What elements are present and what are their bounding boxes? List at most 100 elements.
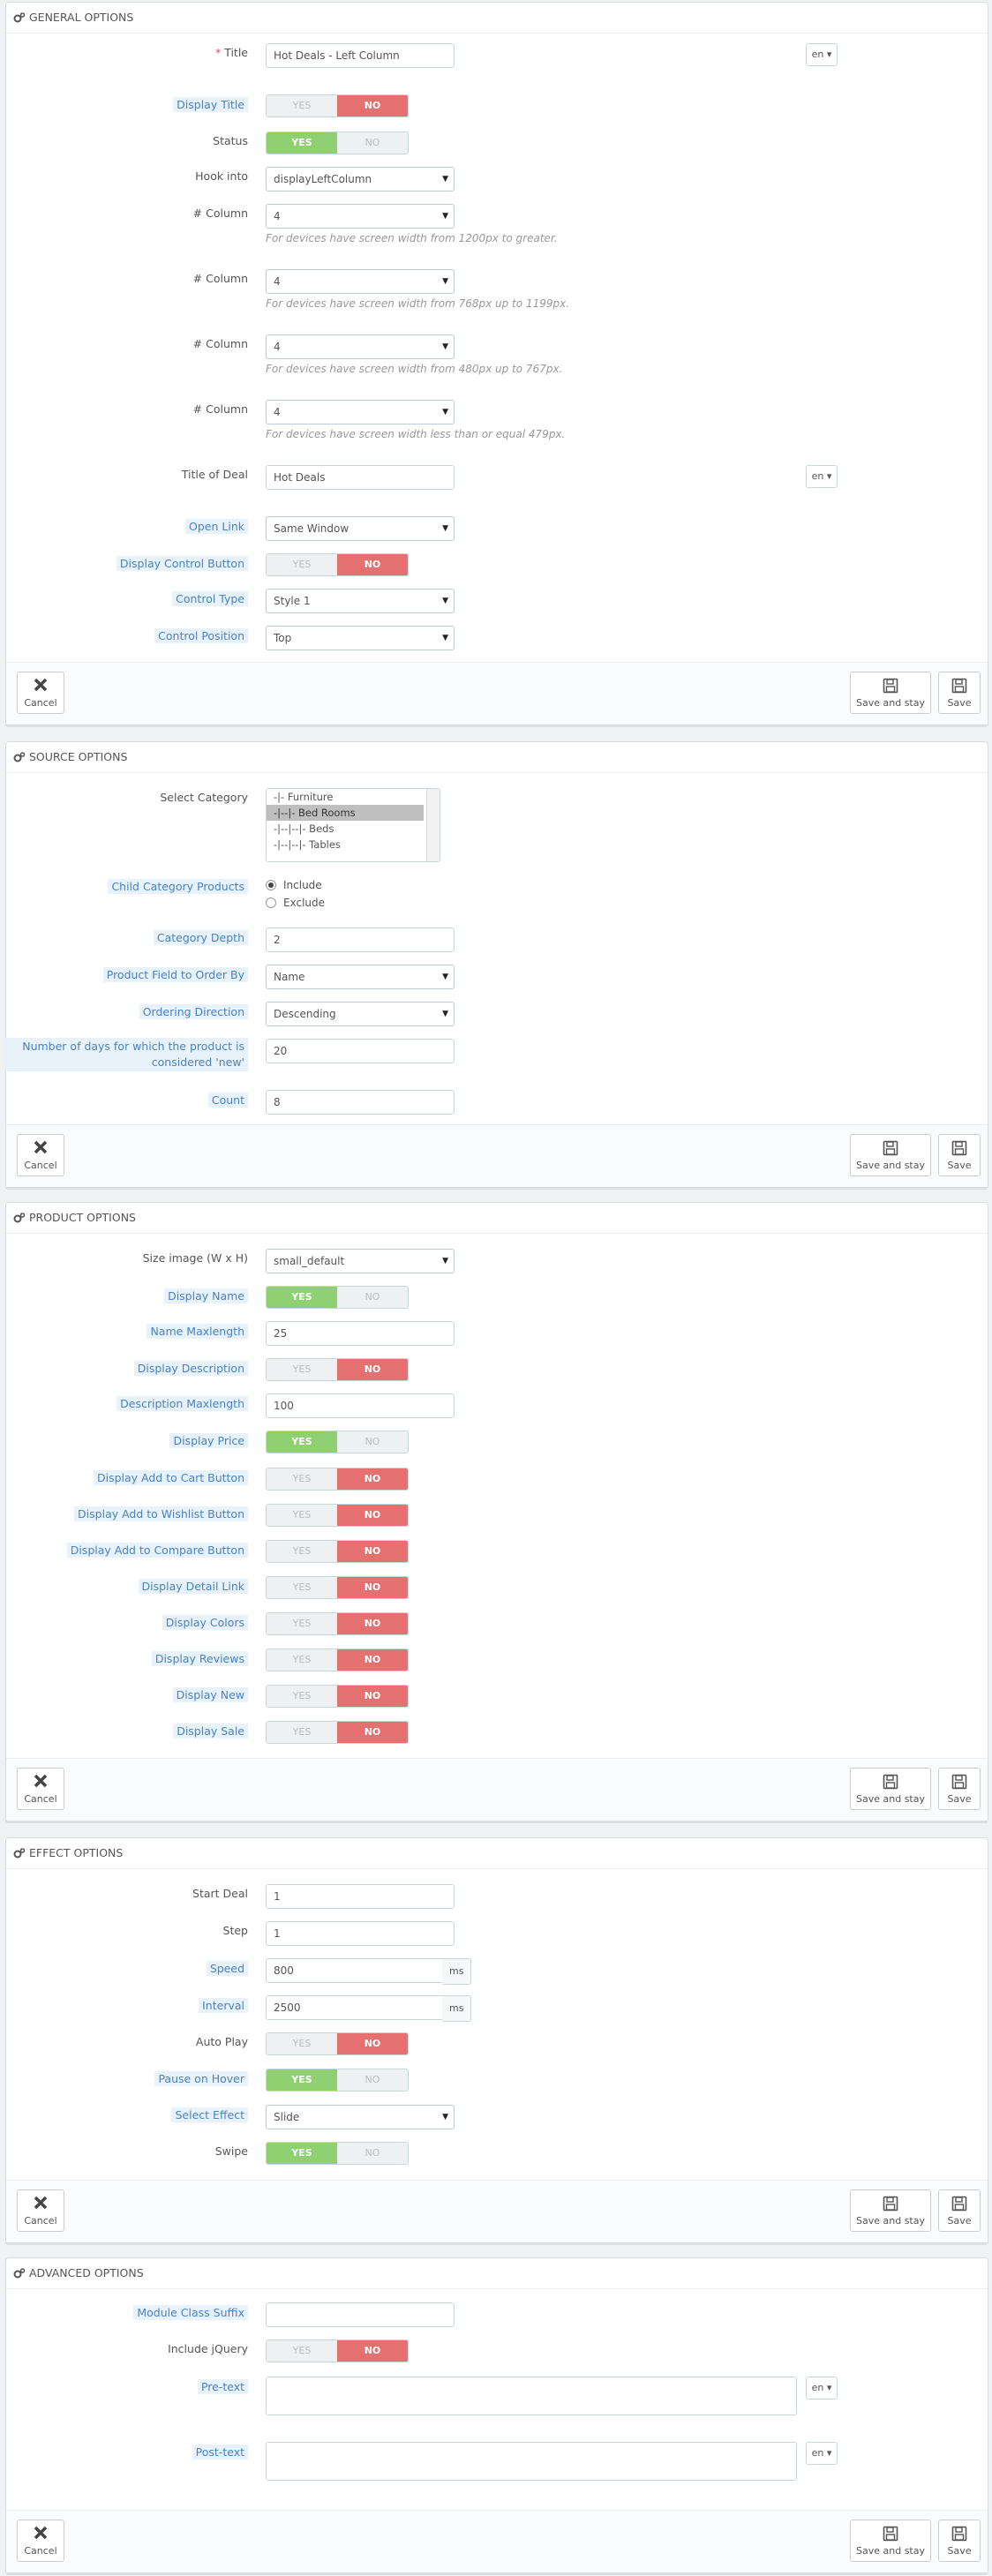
unit-addon: ms [442,1995,472,2022]
save-button[interactable]: Save [938,2520,981,2562]
language-dropdown[interactable]: en ▾ [806,465,838,488]
size-image-select[interactable]: small_default ▼ [266,1249,455,1273]
control-position-select[interactable]: Top ▼ [266,626,455,650]
posttext-textarea[interactable] [266,2442,797,2481]
include-radio[interactable]: Include [266,876,325,894]
display-description-switch[interactable]: YES NO [266,1358,409,1381]
panel-footer: Cancel Save and stay Save [6,1124,988,1187]
display-colors-switch[interactable]: YES NO [266,1612,409,1635]
column-xs-select[interactable]: 4 ▼ [266,400,455,424]
cancel-button[interactable]: Cancel [17,1768,64,1810]
caret-down-icon: ▼ [442,524,448,533]
cogs-icon [13,2268,26,2279]
save-and-stay-button[interactable]: Save and stay [850,2520,931,2562]
hook-select[interactable]: displayLeftColumn ▼ [266,167,455,192]
category-depth-input[interactable]: 2 [266,928,455,952]
field-label: Display Add to Wishlist Button [74,1506,248,1521]
display-reviews-switch[interactable]: YES NO [266,1648,409,1671]
field-label: Display Title [173,97,248,112]
list-item[interactable]: -|--|--|- Tables [267,837,424,852]
save-button[interactable]: Save [938,672,981,714]
column-sm-select[interactable]: 4 ▼ [266,334,455,359]
field-label: Control Position [154,628,248,643]
save-and-stay-button[interactable]: Save and stay [850,1134,931,1176]
pause-on-hover-switch[interactable]: YES NO [266,2069,409,2092]
save-button[interactable]: Save [938,2189,981,2232]
language-dropdown[interactable]: en ▾ [806,43,838,66]
display-title-switch[interactable]: YES NO [266,94,409,117]
cancel-button[interactable]: Cancel [17,672,64,714]
include-jquery-switch[interactable]: YES NO [266,2339,409,2362]
cancel-button[interactable]: Cancel [17,2520,64,2562]
category-multiselect[interactable]: -|- Furniture -|--|- Bed Rooms -|--|--|-… [266,788,440,862]
list-item[interactable]: -|--|- Bed Rooms [267,805,424,821]
panel-heading: Effect Options [6,1838,988,1869]
list-item[interactable]: -|--|--|- Beds [267,821,424,837]
column-md-select[interactable]: 4 ▼ [266,269,455,294]
save-and-stay-button[interactable]: Save and stay [850,672,931,714]
panel-footer: Cancel Save and stay Save [6,662,988,725]
save-icon [939,1769,980,1793]
caret-down-icon: ▼ [442,634,448,642]
speed-input[interactable]: 800 [266,1958,455,1983]
step-input[interactable]: 1 [266,1921,455,1946]
pretext-textarea[interactable] [266,2377,797,2415]
open-link-select[interactable]: Same Window ▼ [266,516,455,541]
source-options-panel: Source Options Select Category -|- Furni… [4,741,988,1188]
add-to-compare-switch[interactable]: YES NO [266,1540,409,1563]
name-maxlength-input[interactable]: 25 [266,1321,455,1346]
display-price-switch[interactable]: YES NO [266,1431,409,1453]
order-by-select[interactable]: Name ▼ [266,965,455,989]
field-label: Title [215,46,248,59]
swipe-switch[interactable]: YES NO [266,2142,409,2165]
display-control-switch[interactable]: YES NO [266,553,409,576]
display-sale-switch[interactable]: YES NO [266,1721,409,1744]
panel-title: General Options [29,11,134,24]
field-label: Pause on Hover [154,2071,248,2086]
field-label: Display Add to Cart Button [93,1470,248,1485]
display-name-switch[interactable]: YES NO [266,1286,409,1309]
field-label: Display Colors [162,1615,248,1630]
save-button[interactable]: Save [938,1134,981,1176]
status-switch[interactable]: YES NO [266,131,409,154]
autoplay-switch[interactable]: YES NO [266,2032,409,2055]
language-dropdown[interactable]: en ▾ [806,2442,838,2465]
scrollbar[interactable] [426,789,440,861]
column-lg-select[interactable]: 4 ▼ [266,204,455,229]
detail-link-switch[interactable]: YES NO [266,1576,409,1599]
panel-heading: Source Options [6,742,988,773]
control-type-select[interactable]: Style 1 ▼ [266,589,455,613]
save-icon [851,672,930,697]
new-days-input[interactable]: 20 [266,1039,455,1063]
language-dropdown[interactable]: en ▾ [806,2377,838,2400]
title-input[interactable]: Hot Deals - Left Column [266,43,455,68]
add-to-cart-switch[interactable]: YES NO [266,1468,409,1491]
description-maxlength-input[interactable]: 100 [266,1393,455,1418]
caret-down-icon: ▼ [442,597,448,605]
select-effect-select[interactable]: Slide ▼ [266,2105,455,2129]
list-item[interactable]: -|- Furniture [267,789,424,805]
exclude-radio[interactable]: Exclude [266,894,325,912]
cancel-button[interactable]: Cancel [17,1134,64,1176]
cancel-button[interactable]: Cancel [17,2189,64,2232]
save-and-stay-button[interactable]: Save and stay [850,2189,931,2232]
field-label: Open Link [185,519,248,534]
save-and-stay-button[interactable]: Save and stay [850,1768,931,1810]
deal-title-input[interactable]: Hot Deals [266,465,455,490]
count-input[interactable]: 8 [266,1090,455,1115]
class-suffix-input[interactable] [266,2302,455,2327]
caret-down-icon: ▼ [442,1010,448,1018]
field-label: Category Depth [153,930,248,945]
save-icon [851,1135,930,1160]
caret-down-icon: ▼ [442,1257,448,1265]
caret-down-icon: ▼ [442,2113,448,2122]
add-to-wishlist-switch[interactable]: YES NO [266,1504,409,1527]
start-deal-input[interactable]: 1 [266,1884,455,1909]
save-button[interactable]: Save [938,1768,981,1810]
field-label: Display Reviews [151,1651,248,1666]
caret-down-icon: ▾ [826,2382,832,2393]
display-new-switch[interactable]: YES NO [266,1685,409,1708]
ordering-direction-select[interactable]: Descending ▼ [266,1002,455,1026]
interval-input[interactable]: 2500 [266,1995,455,2020]
field-label: Select Category [160,791,248,804]
